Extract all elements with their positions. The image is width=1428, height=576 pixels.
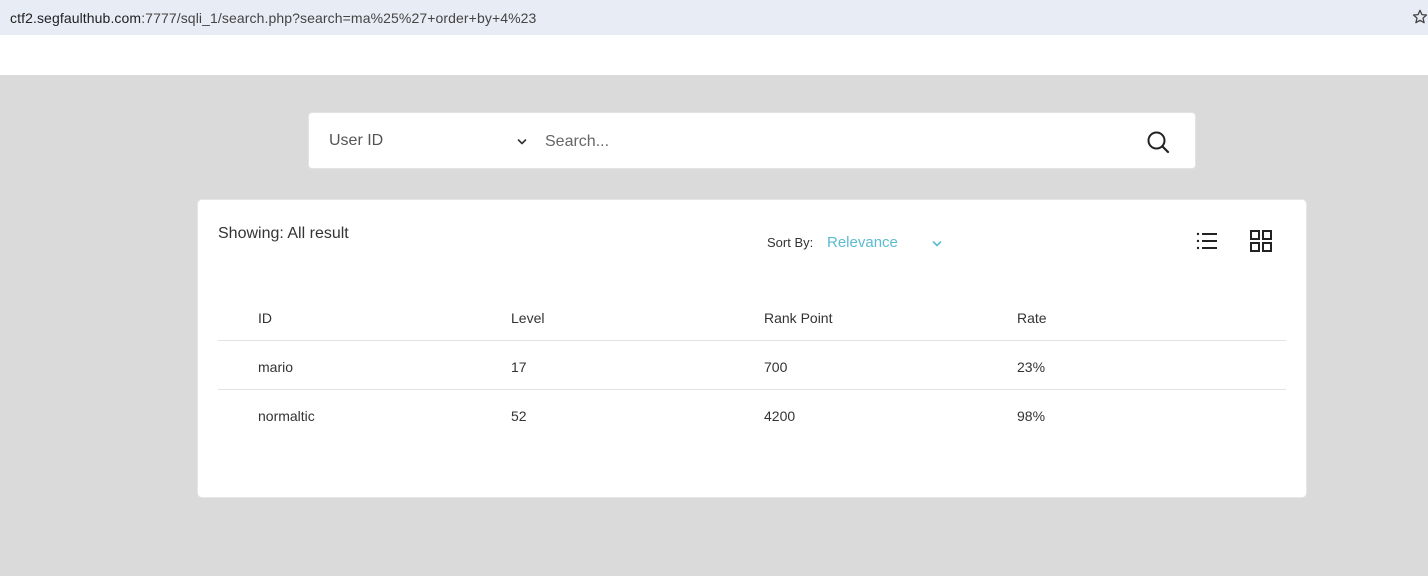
cell-level: 52: [511, 408, 527, 424]
table-row: mario 17 700 23%: [218, 341, 1286, 390]
sort-by-label: Sort By:: [767, 235, 814, 250]
cell-rank-point: 4200: [764, 408, 796, 424]
search-bar: User ID: [308, 112, 1196, 169]
grid-view-icon[interactable]: [1250, 230, 1272, 252]
page-content: User ID Showing: All result Sort By: Rel…: [0, 75, 1428, 576]
star-icon[interactable]: [1412, 9, 1428, 25]
results-table: ID Level Rank Point Rate mario 17 700 23…: [218, 293, 1286, 439]
chevron-down-icon[interactable]: [931, 236, 943, 247]
search-field-select[interactable]: User ID: [329, 132, 529, 152]
search-input[interactable]: [545, 127, 1125, 157]
list-view-icon[interactable]: [1196, 231, 1218, 251]
results-card: Showing: All result Sort By: Relevance I…: [197, 199, 1307, 498]
chevron-down-icon[interactable]: [516, 135, 528, 147]
cell-level: 17: [511, 359, 527, 375]
cell-rank-point: 700: [764, 359, 788, 375]
page-top-strip: [0, 35, 1428, 75]
url-text[interactable]: ctf2.segfaulthub.com:7777/sqli_1/search.…: [10, 10, 536, 26]
column-header-id: ID: [258, 310, 272, 326]
table-header: ID Level Rank Point Rate: [218, 293, 1286, 341]
showing-label: Showing: All result: [218, 225, 349, 242]
column-header-rank-point: Rank Point: [764, 310, 833, 326]
search-icon[interactable]: [1145, 129, 1171, 155]
column-header-rate: Rate: [1017, 310, 1047, 326]
url-host: ctf2.segfaulthub.com: [10, 10, 142, 26]
cell-rate: 98%: [1017, 408, 1046, 424]
browser-address-bar[interactable]: ctf2.segfaulthub.com:7777/sqli_1/search.…: [0, 0, 1428, 35]
url-path: :7777/sqli_1/search.php?search=ma%25%27+…: [141, 10, 537, 26]
cell-id: mario: [258, 359, 294, 375]
search-field-selected: User ID: [329, 132, 384, 149]
table-row: normaltic 52 4200 98%: [218, 390, 1286, 439]
column-header-level: Level: [511, 310, 545, 326]
cell-id: normaltic: [258, 408, 315, 424]
cell-rate: 23%: [1017, 359, 1046, 375]
sort-by-select[interactable]: Relevance: [827, 234, 898, 251]
